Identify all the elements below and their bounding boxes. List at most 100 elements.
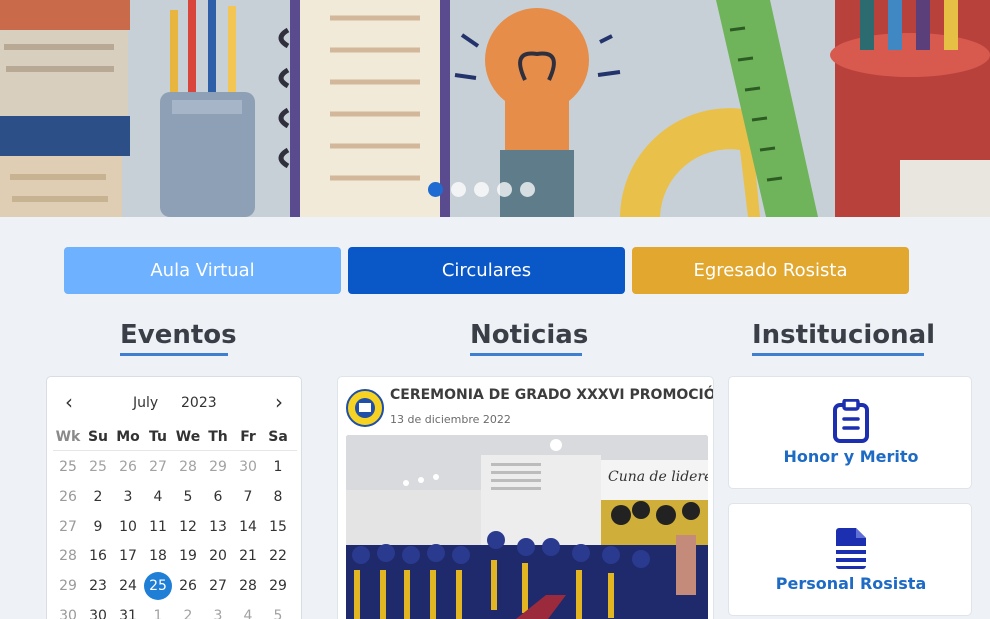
calendar-day[interactable]: 18 — [143, 542, 173, 572]
week-number: 29 — [59, 578, 77, 595]
week-number: 25 — [59, 459, 77, 475]
calendar-day[interactable]: 30 — [233, 453, 263, 483]
heading-underline — [120, 353, 228, 356]
weekday-header: Th — [208, 429, 228, 445]
calendar-day[interactable]: 12 — [173, 513, 203, 543]
calendar-day[interactable]: 26 — [113, 453, 143, 483]
calendar-day[interactable]: 10 — [113, 513, 143, 543]
calendar-day[interactable]: 27 — [143, 453, 173, 483]
calendar-day[interactable]: 5 — [173, 483, 203, 513]
events-calendar: ‹ July 2023 › Wk Su Mo Tu We Th Fr Sa 25 25 26 27 28… — [46, 376, 302, 619]
calendar-day[interactable]: 2 — [83, 483, 113, 513]
weekday-header: We — [175, 429, 201, 445]
chevron-right-icon[interactable]: › — [269, 391, 289, 415]
egresado-rosista-button[interactable]: Egresado Rosista — [632, 247, 909, 294]
graduation-photo: Cuna de lideres — [346, 435, 708, 619]
calendar-day[interactable]: 6 — [203, 483, 233, 513]
personal-rosista-card[interactable]: Personal Rosista — [728, 503, 972, 616]
aula-virtual-button[interactable]: Aula Virtual — [64, 247, 341, 294]
carousel-dot[interactable] — [451, 182, 466, 197]
week-number: 26 — [59, 488, 77, 505]
noticias-heading: Noticias — [470, 320, 588, 356]
weekday-header: Tu — [149, 429, 167, 445]
calendar-day[interactable]: 14 — [233, 513, 263, 543]
calendar-day[interactable]: 27 — [203, 572, 233, 602]
calendar-month[interactable]: July — [133, 395, 158, 411]
calendar-day[interactable]: 19 — [173, 542, 203, 572]
calendar-week-row: 28 16 17 18 19 20 21 22 — [53, 542, 297, 572]
calendar-grid: Wk Su Mo Tu We Th Fr Sa 25 25 26 27 28 29 30 1 26 2 3 4 5 6 7 8… — [53, 425, 297, 619]
chevron-left-icon[interactable]: ‹ — [59, 391, 79, 415]
clipboard-icon — [833, 399, 869, 443]
calendar-day[interactable]: 8 — [263, 483, 293, 513]
calendar-day[interactable]: 29 — [263, 572, 293, 602]
calendar-week-row: 26 2 3 4 5 6 7 8 — [53, 483, 297, 513]
calendar-day[interactable]: 23 — [83, 572, 113, 602]
weekday-header: Mo — [116, 429, 140, 445]
calendar-day[interactable]: 22 — [263, 542, 293, 572]
calendar-day[interactable]: 17 — [113, 542, 143, 572]
calendar-day[interactable]: 16 — [83, 542, 113, 572]
carousel-indicators — [428, 182, 535, 197]
honor-y-merito-card[interactable]: Honor y Merito — [728, 376, 972, 489]
carousel-dot[interactable] — [497, 182, 512, 197]
calendar-day[interactable]: 11 — [143, 513, 173, 543]
eventos-heading: Eventos — [120, 320, 237, 356]
calendar-day[interactable]: 20 — [203, 542, 233, 572]
calendar-week-row: 30 30 31 1 2 3 4 5 — [53, 602, 297, 619]
news-title[interactable]: CEREMONIA DE GRADO XXXVI PROMOCIÓN — [390, 387, 713, 403]
calendar-day[interactable]: 26 — [173, 572, 203, 602]
calendar-day-today[interactable]: 25 — [143, 572, 173, 602]
week-number: 30 — [59, 607, 77, 619]
calendar-day[interactable]: 3 — [203, 602, 233, 619]
calendar-day[interactable]: 7 — [233, 483, 263, 513]
news-banner-text: Cuna de lideres — [608, 469, 708, 485]
calendar-day[interactable]: 24 — [113, 572, 143, 602]
calendar-day[interactable]: 5 — [263, 602, 293, 619]
calendar-day[interactable]: 25 — [83, 453, 113, 483]
today-marker: 25 — [144, 572, 172, 601]
calendar-day[interactable]: 29 — [203, 453, 233, 483]
calendar-day[interactable]: 28 — [173, 453, 203, 483]
calendar-day[interactable]: 1 — [263, 453, 293, 483]
weekday-header: Sa — [268, 429, 288, 445]
calendar-day[interactable]: 31 — [113, 602, 143, 619]
heading-underline — [752, 353, 924, 356]
calendar-day[interactable]: 9 — [83, 513, 113, 543]
calendar-day[interactable]: 4 — [233, 602, 263, 619]
school-logo — [346, 389, 384, 427]
calendar-day[interactable]: 1 — [143, 602, 173, 619]
news-photo[interactable]: Cuna de lideres — [346, 435, 708, 619]
calendar-day[interactable]: 4 — [143, 483, 173, 513]
news-date: 13 de diciembre 2022 — [390, 413, 511, 426]
week-number-header: Wk — [55, 429, 81, 445]
circulares-button[interactable]: Circulares — [348, 247, 625, 294]
carousel-dot[interactable] — [474, 182, 489, 197]
institucional-heading: Institucional — [752, 320, 935, 356]
institucional-heading-text: Institucional — [752, 320, 936, 350]
document-icon — [836, 528, 866, 569]
week-number: 28 — [59, 548, 77, 565]
news-card[interactable]: CEREMONIA DE GRADO XXXVI PROMOCIÓN 13 de… — [337, 376, 714, 619]
calendar-day[interactable]: 21 — [233, 542, 263, 572]
calendar-week-row: 27 9 10 11 12 13 14 15 — [53, 513, 297, 543]
calendar-day[interactable]: 2 — [173, 602, 203, 619]
carousel-dot[interactable] — [428, 182, 443, 197]
honor-y-merito-label: Honor y Merito — [783, 447, 919, 466]
weekday-header: Su — [87, 429, 109, 445]
calendar-week-row: 25 25 26 27 28 29 30 1 — [53, 453, 297, 483]
calendar-day[interactable]: 28 — [233, 572, 263, 602]
weekday-header: Fr — [240, 429, 256, 445]
book-icon — [359, 403, 371, 412]
calendar-day[interactable]: 13 — [203, 513, 233, 543]
eventos-heading-text: Eventos — [120, 320, 237, 350]
calendar-day[interactable]: 15 — [263, 513, 293, 543]
calendar-day[interactable]: 3 — [113, 483, 143, 513]
hero-carousel[interactable] — [0, 0, 990, 217]
calendar-year[interactable]: 2023 — [181, 395, 217, 411]
calendar-header: ‹ July 2023 › — [47, 391, 301, 415]
carousel-dot[interactable] — [520, 182, 535, 197]
calendar-weekday-header: Wk Su Mo Tu We Th Fr Sa — [53, 425, 297, 451]
personal-rosista-label: Personal Rosista — [775, 574, 927, 593]
calendar-day[interactable]: 30 — [83, 602, 113, 619]
